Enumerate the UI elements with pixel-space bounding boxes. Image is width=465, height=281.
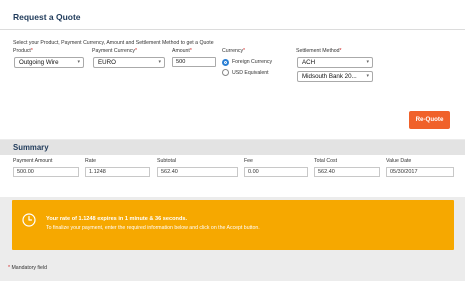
summary-header-bar <box>0 140 465 155</box>
payment-amount-label: Payment Amount <box>13 158 53 164</box>
payment-currency-label: Payment Currency* <box>92 48 137 54</box>
chevron-down-icon: ▾ <box>158 59 161 65</box>
foreign-currency-label: Foreign Currency <box>232 59 273 65</box>
payment-amount-field: 500.00 <box>13 167 79 177</box>
notice-instructions-text: To finalize your payment, enter the requ… <box>46 225 260 231</box>
total-cost-field: 562.40 <box>314 167 380 177</box>
amount-input[interactable]: 500 <box>172 57 216 67</box>
clock-icon <box>22 213 36 227</box>
product-value: Outgoing Wire <box>19 59 59 66</box>
total-cost-label: Total Cost <box>314 158 338 164</box>
chevron-down-icon: ▾ <box>77 59 80 65</box>
usd-equivalent-radio[interactable] <box>222 69 229 76</box>
settlement-account-select[interactable]: Midsouth Bank 20... ▾ <box>297 71 373 82</box>
instructions-text: Select your Product, Payment Currency, A… <box>13 40 214 46</box>
value-date-label: Value Date <box>386 158 412 164</box>
settlement-method-select[interactable]: ACH ▾ <box>297 57 373 68</box>
settlement-method-value: ACH <box>302 59 316 66</box>
usd-equivalent-label: USD Equivalent <box>232 70 269 76</box>
rate-field: 1.1248 <box>85 167 150 177</box>
value-date-field: 05/30/2017 <box>386 167 454 177</box>
notice-expiry-text: Your rate of 1.1248 expires in 1 minute … <box>46 216 188 222</box>
foreign-currency-radio[interactable] <box>222 59 229 66</box>
title-divider <box>0 29 465 30</box>
subtotal-field: 562.40 <box>157 167 238 177</box>
product-select[interactable]: Outgoing Wire ▾ <box>14 57 84 68</box>
page-title: Request a Quote <box>13 12 81 22</box>
currency-label: Currency* <box>222 48 246 54</box>
mandatory-field-note: * Mandatory field <box>8 265 47 271</box>
summary-title: Summary <box>13 143 49 152</box>
fee-label: Fee <box>244 158 253 164</box>
settlement-method-label: Settlement Method* <box>296 48 342 54</box>
chevron-down-icon: ▾ <box>366 73 369 79</box>
payment-currency-select[interactable]: EURO ▾ <box>93 57 165 68</box>
product-label: Product* <box>13 48 33 54</box>
payment-currency-value: EURO <box>98 59 116 66</box>
subtotal-label: Subtotal <box>157 158 177 164</box>
requote-button[interactable]: Re-Quote <box>409 111 450 129</box>
settlement-account-value: Midsouth Bank 20... <box>302 73 357 80</box>
chevron-down-icon: ▾ <box>366 59 369 65</box>
rate-label: Rate <box>85 158 96 164</box>
amount-label: Amount* <box>172 48 192 54</box>
fee-field: 0.00 <box>244 167 308 177</box>
